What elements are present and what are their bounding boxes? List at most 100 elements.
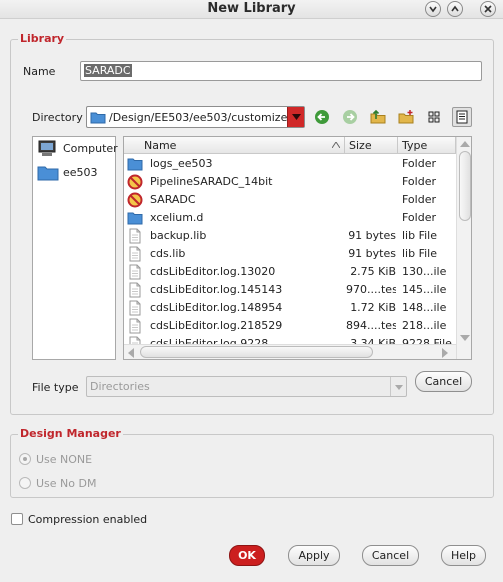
file-type: lib File: [402, 229, 437, 242]
scroll-left-icon: [128, 348, 134, 358]
file-name: backup.lib: [150, 229, 207, 242]
library-name-value: SARADC: [84, 64, 132, 77]
folder-icon: [127, 156, 143, 172]
file-name: xcelium.d: [150, 211, 204, 224]
file-name: cdsLibEditor.log.13020: [150, 265, 276, 278]
places-item-label: Computer: [63, 142, 118, 155]
file-list[interactable]: Name Size Type logs_ee503 Folder PipelineS…: [123, 136, 472, 360]
file-name: cdsLibEditor.log.218529: [150, 319, 283, 332]
places-item-label: ee503: [63, 166, 98, 179]
back-button[interactable]: [312, 107, 332, 127]
file-type-dropdown-button[interactable]: [390, 377, 406, 396]
file-name: cds.lib: [150, 247, 186, 260]
parent-folder-button[interactable]: [368, 107, 388, 127]
new-folder-button[interactable]: [396, 107, 416, 127]
column-header-name[interactable]: Name: [124, 137, 345, 154]
use-no-dm-label: Use No DM: [36, 477, 97, 490]
places-item-computer[interactable]: Computer: [36, 138, 118, 158]
ok-button[interactable]: OK: [229, 545, 265, 566]
places-sidebar: Computer ee503: [32, 136, 118, 360]
caret-down-icon: [395, 385, 403, 390]
file-row[interactable]: xcelium.d Folder: [124, 209, 454, 227]
directory-dropdown-button[interactable]: [287, 107, 304, 127]
use-no-dm-radio[interactable]: [19, 477, 31, 489]
sort-ascending-icon: [332, 142, 340, 148]
list-view-icon: [456, 110, 468, 124]
file-icon: [127, 228, 143, 244]
detail-view-button[interactable]: [452, 107, 472, 127]
no-access-icon: [127, 174, 143, 190]
file-type: 148...ile: [402, 301, 447, 314]
title-bar: New Library: [0, 0, 503, 19]
minimize-button[interactable]: [425, 1, 441, 17]
file-size: 1.72 KiB: [350, 301, 396, 314]
file-row[interactable]: cdsLibEditor.log.218529 894....tes 218...i…: [124, 317, 454, 335]
new-folder-icon: [398, 110, 414, 124]
file-type: 218...ile: [402, 319, 447, 332]
file-row[interactable]: logs_ee503 Folder: [124, 155, 454, 173]
browser-cancel-button[interactable]: Cancel: [415, 371, 472, 392]
file-size: 894....tes: [346, 319, 396, 332]
cancel-button[interactable]: Cancel: [362, 545, 419, 566]
file-size: 2.75 KiB: [350, 265, 396, 278]
column-header-label: Name: [144, 139, 177, 152]
design-manager-group-title: Design Manager: [18, 427, 123, 440]
vertical-scroll-thumb[interactable]: [459, 151, 471, 221]
forward-button[interactable]: [340, 107, 360, 127]
horizontal-scroll-thumb[interactable]: [140, 346, 373, 358]
file-type-select[interactable]: Directories: [86, 376, 407, 397]
file-icon: [127, 246, 143, 262]
name-label: Name: [23, 65, 56, 78]
file-type: 130...ile: [402, 265, 447, 278]
file-size: 91 bytes: [348, 229, 396, 242]
file-name: PipelineSARADC_14bit: [150, 175, 273, 188]
column-header-size[interactable]: Size: [345, 137, 398, 154]
close-icon: [484, 5, 492, 13]
file-type: Folder: [402, 193, 436, 206]
file-row[interactable]: cdsLibEditor.log.148954 1.72 KiB 148...ile: [124, 299, 454, 317]
help-button[interactable]: Help: [441, 545, 486, 566]
file-type-value: Directories: [90, 380, 150, 393]
directory-combo[interactable]: /Design/EE503/ee503/customize: [86, 106, 305, 128]
file-icon: [127, 300, 143, 316]
computer-icon: [38, 140, 56, 156]
file-row[interactable]: cds.lib 91 bytes lib File: [124, 245, 454, 263]
vertical-scrollbar[interactable]: [456, 137, 471, 359]
file-row[interactable]: SARADC Folder: [124, 191, 454, 209]
file-name: SARADC: [150, 193, 196, 206]
places-item-ee503[interactable]: ee503: [36, 162, 116, 182]
file-name: cdsLibEditor.log.145143: [150, 283, 283, 296]
horizontal-scrollbar[interactable]: [124, 344, 456, 359]
file-icon: [127, 264, 143, 280]
maximize-button[interactable]: [447, 1, 463, 17]
compression-checkbox[interactable]: [11, 513, 23, 525]
no-access-icon: [127, 192, 143, 208]
file-icon: [127, 282, 143, 298]
caret-down-icon: [292, 114, 301, 120]
file-row[interactable]: cdsLibEditor.log.145143 970....tes 145...i…: [124, 281, 454, 299]
use-none-radio[interactable]: [19, 453, 31, 465]
scroll-down-icon: [460, 335, 470, 341]
file-size: 91 bytes: [348, 247, 396, 260]
column-header-type[interactable]: Type: [398, 137, 456, 154]
file-name: cdsLibEditor.log.148954: [150, 301, 283, 314]
file-type: Folder: [402, 175, 436, 188]
directory-path: /Design/EE503/ee503/customize: [109, 111, 288, 124]
file-name: logs_ee503: [150, 157, 213, 170]
file-icon: [127, 318, 143, 334]
file-type: 145...ile: [402, 283, 447, 296]
file-type-label: File type: [32, 381, 79, 394]
folder-icon: [127, 210, 143, 226]
file-row[interactable]: cdsLibEditor.log.13020 2.75 KiB 130...ile: [124, 263, 454, 281]
close-button[interactable]: [480, 1, 496, 17]
compression-label: Compression enabled: [28, 513, 148, 526]
icon-view-button[interactable]: [424, 107, 444, 127]
apply-button[interactable]: Apply: [288, 545, 340, 566]
file-type: Folder: [402, 211, 436, 224]
folder-icon: [90, 112, 106, 124]
scroll-right-icon: [442, 348, 448, 358]
file-row[interactable]: backup.lib 91 bytes lib File: [124, 227, 454, 245]
file-size: 970....tes: [346, 283, 396, 296]
library-name-input[interactable]: SARADC: [80, 61, 482, 81]
file-row[interactable]: PipelineSARADC_14bit Folder: [124, 173, 454, 191]
